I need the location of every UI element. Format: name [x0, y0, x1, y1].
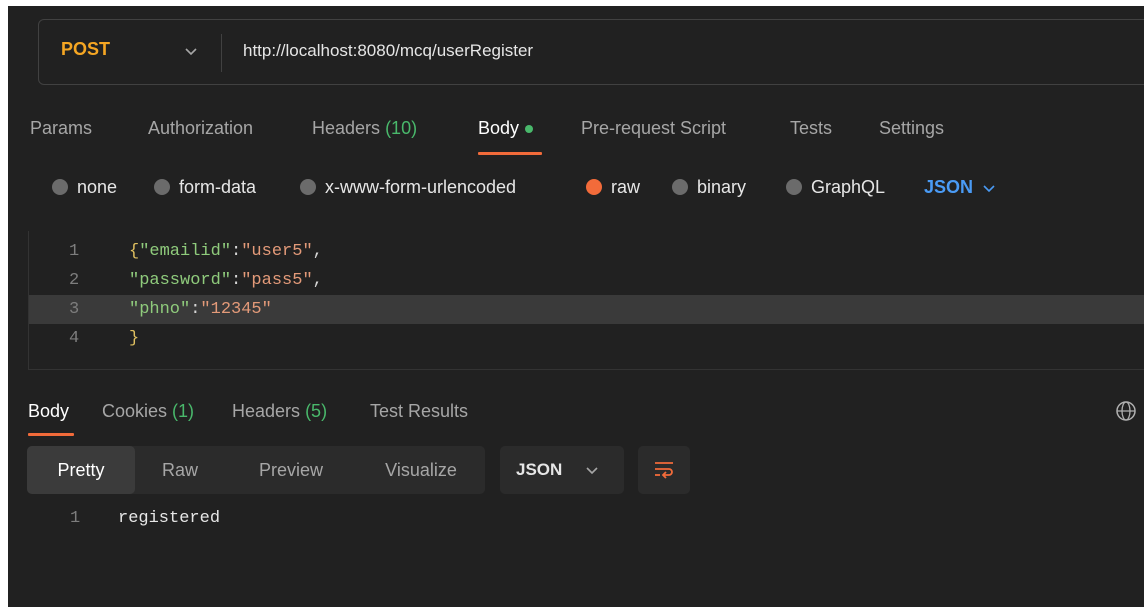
json-value: "pass5" — [241, 271, 313, 290]
radio-circle-icon — [154, 179, 170, 195]
line-number: 2 — [69, 271, 80, 290]
tab-body[interactable]: Body — [478, 118, 534, 139]
view-preview-button[interactable]: Preview — [239, 446, 343, 494]
brace: { — [129, 242, 140, 261]
radio-none[interactable]: none — [52, 177, 117, 198]
view-pretty-button[interactable]: Pretty — [27, 446, 135, 494]
view-raw-button[interactable]: Raw — [147, 446, 213, 494]
tab-tests[interactable]: Tests — [790, 118, 832, 139]
view-visualize-button[interactable]: Visualize — [365, 446, 477, 494]
code-line-highlighted: 3 "phno":"12345" — [29, 295, 1144, 324]
radio-form-data-label: form-data — [179, 177, 257, 197]
response-body-line: 1 registered — [8, 504, 1124, 533]
code-text: "phno":"12345" — [129, 295, 272, 324]
code-line: 1 {"emailid":"user5", — [29, 237, 1144, 266]
code-text: "password":"pass5", — [129, 266, 323, 295]
tab-body-label: Body — [478, 118, 520, 138]
radio-form-data[interactable]: form-data — [154, 177, 256, 198]
radio-binary-label: binary — [697, 177, 747, 197]
json-value: "user5" — [241, 242, 313, 261]
response-tabs: Body Cookies (1) Headers (5) Test Result… — [8, 389, 1144, 439]
tab-settings[interactable]: Settings — [879, 118, 944, 139]
json-comma: , — [312, 242, 323, 261]
tab-headers-label: Headers — [312, 118, 381, 138]
radio-none-label: none — [77, 177, 118, 197]
tab-authorization[interactable]: Authorization — [148, 118, 253, 139]
chevron-down-icon[interactable] — [179, 39, 203, 63]
body-type-radios: none form-data x-www-form-urlencoded raw… — [8, 170, 1144, 206]
response-view-toggle: Pretty Raw Preview Visualize — [27, 446, 485, 494]
line-number: 1 — [70, 509, 81, 528]
response-text: registered — [118, 509, 221, 528]
brace: } — [129, 329, 140, 348]
method-select[interactable]: POST — [61, 39, 110, 60]
json-colon: : — [231, 242, 242, 261]
language-label: JSON — [924, 177, 974, 197]
modified-dot-icon — [525, 125, 534, 134]
radio-urlencoded[interactable]: x-www-form-urlencoded — [300, 177, 516, 198]
cookies-count: (1) — [172, 401, 195, 421]
radio-circle-icon — [300, 179, 316, 195]
json-key: "password" — [129, 271, 232, 290]
code-text: {"emailid":"user5", — [129, 237, 323, 266]
active-response-tab-indicator — [28, 433, 74, 436]
radio-urlencoded-label: x-www-form-urlencoded — [325, 177, 517, 197]
resp-tab-cookies-label: Cookies — [102, 401, 168, 421]
response-format-label: JSON — [516, 460, 563, 479]
code-line: 4 } — [29, 324, 1144, 353]
headers-count: (10) — [385, 118, 418, 138]
request-tabs: Params Authorization Headers (10) Body P… — [8, 108, 1144, 158]
wrap-lines-icon — [655, 462, 673, 479]
json-colon: : — [231, 271, 242, 290]
radio-circle-icon — [672, 179, 688, 195]
tab-params[interactable]: Params — [30, 118, 92, 139]
active-tab-indicator — [478, 152, 542, 155]
radio-raw[interactable]: raw — [586, 177, 640, 198]
json-value: "12345" — [200, 300, 272, 319]
radio-raw-label: raw — [611, 177, 641, 197]
line-number: 4 — [69, 329, 80, 348]
resp-tab-headers[interactable]: Headers (5) — [232, 401, 327, 422]
chevron-down-icon — [586, 467, 598, 475]
globe-icon[interactable] — [1114, 399, 1138, 423]
radio-circle-icon — [786, 179, 802, 195]
resp-tab-test-results[interactable]: Test Results — [370, 401, 468, 422]
radio-graphql[interactable]: GraphQL — [786, 177, 885, 198]
resp-tab-headers-label: Headers — [232, 401, 301, 421]
resp-tab-body[interactable]: Body — [28, 401, 69, 422]
json-key: "phno" — [129, 300, 191, 319]
resp-headers-count: (5) — [305, 401, 328, 421]
radio-selected-icon — [586, 179, 602, 195]
url-input[interactable]: http://localhost:8080/mcq/userRegister — [243, 41, 533, 61]
json-colon: : — [190, 300, 201, 319]
radio-circle-icon — [52, 179, 68, 195]
code-text: } — [129, 324, 139, 353]
code-line: 2 "password":"pass5", — [29, 266, 1144, 295]
url-bar: POST http://localhost:8080/mcq/userRegis… — [38, 19, 1144, 85]
request-body-editor[interactable]: 1 {"emailid":"user5", 2 "password":"pass… — [28, 231, 1144, 370]
chevron-down-icon — [983, 185, 995, 193]
wrap-lines-button[interactable] — [638, 446, 690, 494]
radio-binary[interactable]: binary — [672, 177, 746, 198]
line-number: 1 — [69, 242, 80, 261]
resp-tab-cookies[interactable]: Cookies (1) — [102, 401, 194, 422]
postman-window: POST http://localhost:8080/mcq/userRegis… — [8, 6, 1144, 607]
line-number: 3 — [69, 300, 80, 319]
url-divider — [221, 34, 222, 72]
tab-headers[interactable]: Headers (10) — [312, 118, 417, 139]
language-select[interactable]: JSON — [924, 177, 999, 198]
response-format-select[interactable]: JSON — [500, 446, 624, 494]
radio-graphql-label: GraphQL — [811, 177, 886, 197]
tab-pre-request-script[interactable]: Pre-request Script — [581, 118, 726, 139]
json-comma: , — [312, 271, 323, 290]
json-key: "emailid" — [139, 242, 232, 261]
